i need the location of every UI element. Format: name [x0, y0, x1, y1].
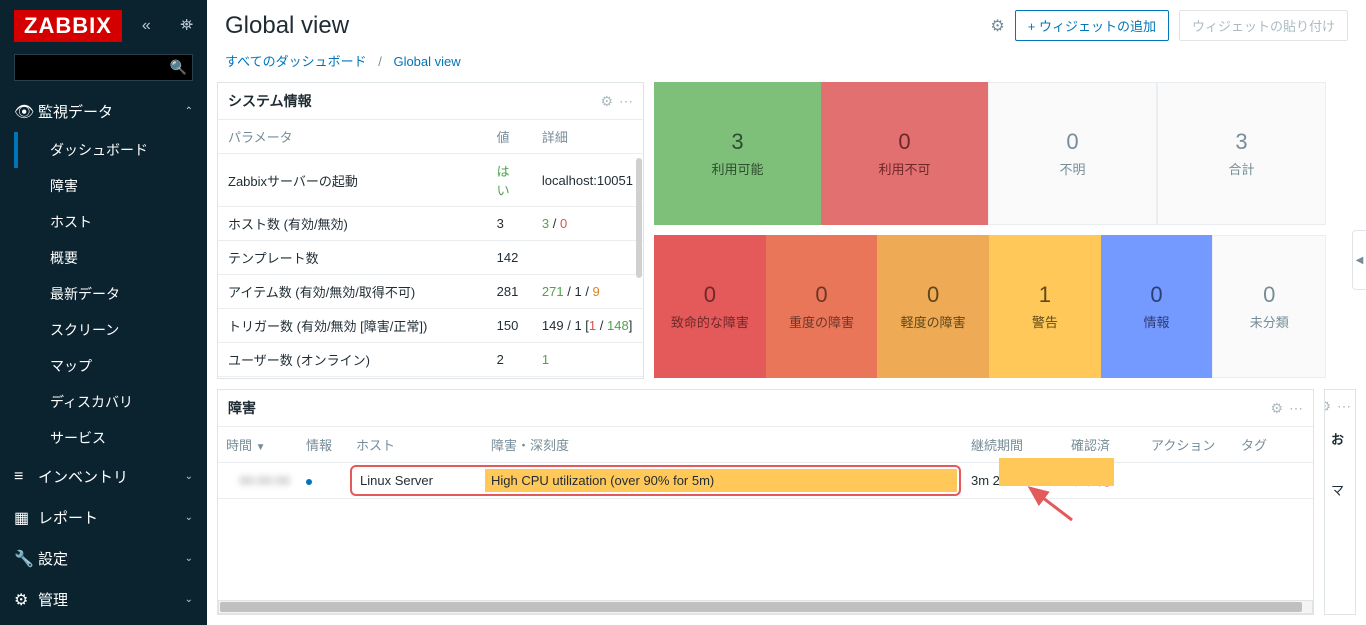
sysinfo-row: トリガー数 (有効/無効 [障害/正常])150149 / 1 [1 / 148… [218, 309, 643, 343]
severity-bar [999, 458, 1114, 486]
scrollbar[interactable] [636, 158, 642, 278]
problem-host[interactable]: Linux Server [354, 469, 485, 492]
severity-bullet-icon [306, 479, 312, 485]
sidebar-header: ZABBIX « ⛯ [0, 0, 207, 48]
sysinfo-row: Zabbixサーバーの起動はいlocalhost:10051 [218, 154, 643, 207]
highlighted-problem: Linux Server High CPU utilization (over … [350, 465, 961, 496]
search-icon[interactable]: 🔍 [170, 59, 187, 76]
severity-tile[interactable]: 0重度の障害 [766, 235, 878, 378]
chevron-down-icon: ⌄ [185, 594, 193, 605]
h-scrollbar[interactable] [218, 600, 1313, 614]
problem-row[interactable]: 00:00:00 Linux Server High CPU utilizati… [218, 463, 1313, 499]
page-title: Global view [225, 12, 980, 40]
breadcrumb: すべてのダッシュボード / Global view [207, 45, 1366, 82]
widget-gear-icon[interactable]: ⚙ [600, 93, 613, 110]
nav-section[interactable]: ≡インベントリ⌄ [0, 456, 207, 497]
sidebar-item-screens[interactable]: スクリーン [0, 312, 207, 348]
nav-section[interactable]: 🔧設定⌄ [0, 538, 207, 579]
sysinfo-row: ホスト数 (有効/無効)33 / 0 [218, 207, 643, 241]
nav-section[interactable]: ⚙管理⌄ [0, 579, 207, 620]
nav-monitoring: 👁 監視データ ⌃ ダッシュボード障害ホスト概要最新データスクリーンマップディス… [0, 91, 207, 456]
breadcrumb-current[interactable]: Global view [393, 54, 460, 69]
add-widget-button[interactable]: + ウィジェットの追加 [1015, 10, 1169, 41]
sidebar: ZABBIX « ⛯ 🔍 👁 監視データ ⌃ ダッシュボード障害ホスト概要最新デ… [0, 0, 207, 625]
sidebar-item-maps[interactable]: マップ [0, 348, 207, 384]
chevron-up-icon: ⌃ [185, 106, 193, 117]
nav-section[interactable]: ▦レポート⌄ [0, 497, 207, 538]
severity-tile[interactable]: 0軽度の障害 [877, 235, 989, 378]
chevron-down-icon: ⌄ [185, 553, 193, 564]
sysinfo-row: 1秒あたりの監視項目数(Zabbixサーバーの3.61 [218, 377, 643, 379]
sidebar-item-latest[interactable]: 最新データ [0, 276, 207, 312]
sysinfo-row: アイテム数 (有効/無効/取得不可)281271 / 1 / 9 [218, 275, 643, 309]
sysinfo-title: システム情報 [228, 91, 600, 111]
widget-more-icon[interactable]: ⋯ [1289, 400, 1303, 417]
paste-widget-button: ウィジェットの貼り付け [1179, 10, 1348, 41]
eye-icon: 👁 [14, 102, 38, 122]
sidebar-item-hosts[interactable]: ホスト [0, 204, 207, 240]
logo: ZABBIX [14, 10, 122, 42]
severity-tile[interactable]: 0情報 [1101, 235, 1213, 378]
sysinfo-row: ユーザー数 (オンライン)21 [218, 343, 643, 377]
search-input[interactable] [14, 54, 193, 81]
sidebar-item-discovery[interactable]: ディスカバリ [0, 384, 207, 420]
problem-text[interactable]: High CPU utilization (over 90% for 5m) [485, 469, 957, 492]
widget-more-icon[interactable]: ⋯ [619, 93, 633, 110]
drawer-tab[interactable]: ◀ [1352, 230, 1366, 290]
sysinfo-table: パラメータ 値 詳細 Zabbixサーバーの起動はいlocalhost:1005… [218, 120, 643, 378]
sysinfo-row: テンプレート数142 [218, 241, 643, 275]
widget-stats: 3利用可能0利用不可0不明3合計 0致命的な障害0重度の障害0軽度の障害1警告0… [654, 82, 1326, 379]
nav-monitoring-title[interactable]: 👁 監視データ ⌃ [0, 91, 207, 132]
widget-gear-icon[interactable]: ⚙ [1270, 400, 1283, 417]
availability-tile[interactable]: 3利用可能 [654, 82, 821, 225]
maintenance-icon[interactable]: ⛯ [180, 17, 193, 35]
time-blurred: 00:00:00 [239, 473, 290, 488]
main: Global view ⚙ + ウィジェットの追加 ウィジェットの貼り付け すべ… [207, 0, 1366, 625]
sidebar-item-overview[interactable]: 概要 [0, 240, 207, 276]
breadcrumb-all[interactable]: すべてのダッシュボード [225, 54, 367, 69]
collapse-icon[interactable]: « [142, 17, 151, 35]
severity-tile[interactable]: 1警告 [989, 235, 1101, 378]
widget-sysinfo: システム情報 ⚙ ⋯ パラメータ 値 詳細 [217, 82, 644, 379]
severity-tile[interactable]: 0未分類 [1212, 235, 1326, 378]
widget-side: ⚙⋯ お マ [1324, 389, 1356, 615]
problems-title: 障害 [228, 398, 1270, 418]
sidebar-item-services[interactable]: サービス [0, 420, 207, 456]
availability-tile[interactable]: 0利用不可 [821, 82, 988, 225]
widget-problems: 障害 ⚙ ⋯ 時間 ▼ 情報 ホスト 障害・深刻度 継続期間 [217, 389, 1314, 615]
widget-gear-icon[interactable]: ⚙ [1324, 398, 1331, 415]
col-time[interactable]: 時間 ▼ [218, 427, 298, 463]
widget-more-icon[interactable]: ⋯ [1337, 398, 1351, 415]
availability-tile[interactable]: 3合計 [1157, 82, 1326, 225]
availability-tile[interactable]: 0不明 [988, 82, 1157, 225]
search-box: 🔍 [14, 54, 193, 81]
chevron-down-icon: ⌄ [185, 512, 193, 523]
gear-icon[interactable]: ⚙ [990, 16, 1004, 36]
sort-desc-icon: ▼ [256, 442, 266, 453]
main-header: Global view ⚙ + ウィジェットの追加 ウィジェットの貼り付け [207, 0, 1366, 45]
sidebar-item-problems[interactable]: 障害 [0, 168, 207, 204]
dashboard-body: システム情報 ⚙ ⋯ パラメータ 値 詳細 [207, 82, 1366, 625]
severity-tile[interactable]: 0致命的な障害 [654, 235, 766, 378]
sidebar-item-dashboard[interactable]: ダッシュボード [0, 132, 207, 168]
chevron-down-icon: ⌄ [185, 471, 193, 482]
problems-table: 時間 ▼ 情報 ホスト 障害・深刻度 継続期間 確認済 アクション タグ 00:… [218, 427, 1313, 499]
